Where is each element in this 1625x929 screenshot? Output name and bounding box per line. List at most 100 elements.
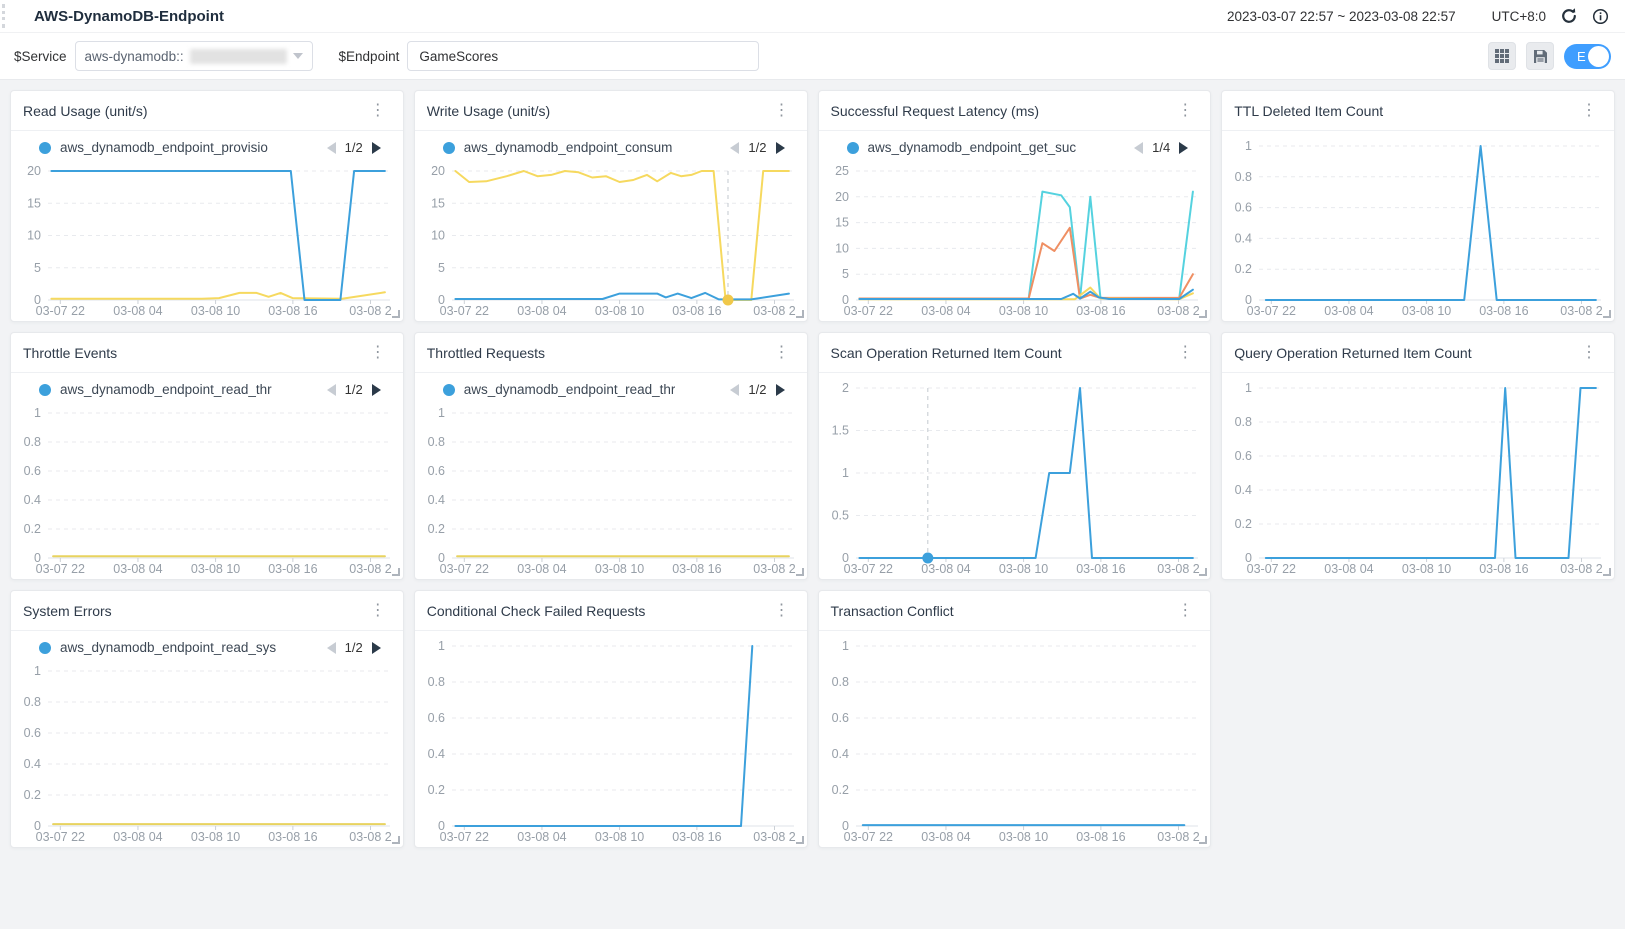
legend-series-label[interactable]: aws_dynamodb_endpoint_consum <box>464 140 673 155</box>
resize-handle[interactable] <box>796 568 804 576</box>
chart-panel: Transaction Conflict ⋮ 00.20.40.60.8103-… <box>818 590 1212 848</box>
legend-next-icon[interactable] <box>776 384 785 396</box>
svg-text:03-07 22: 03-07 22 <box>843 304 892 318</box>
panel-header: Scan Operation Returned Item Count ⋮ <box>819 333 1211 373</box>
refresh-icon[interactable] <box>1560 7 1578 25</box>
legend-next-icon[interactable] <box>776 142 785 154</box>
svg-text:1.5: 1.5 <box>831 424 848 438</box>
resize-handle[interactable] <box>1199 836 1207 844</box>
grid-view-button[interactable] <box>1488 42 1516 70</box>
service-select-value: aws-dynamodb:: <box>85 49 184 64</box>
panel-title: Conditional Check Failed Requests <box>427 603 646 619</box>
svg-text:0.6: 0.6 <box>427 464 444 478</box>
svg-text:03-08 16: 03-08 16 <box>268 830 317 844</box>
resize-handle[interactable] <box>1199 568 1207 576</box>
svg-text:0.4: 0.4 <box>1235 483 1252 497</box>
svg-text:03-08 2: 03-08 2 <box>349 830 391 844</box>
panel-title: TTL Deleted Item Count <box>1234 103 1383 119</box>
service-select[interactable]: aws-dynamodb:: <box>75 41 313 71</box>
svg-text:03-08 10: 03-08 10 <box>191 830 240 844</box>
svg-text:10: 10 <box>431 229 445 243</box>
kebab-menu-icon[interactable]: ⋮ <box>1172 343 1198 363</box>
chart-panel: System Errors ⋮ aws_dynamodb_endpoint_re… <box>10 590 404 848</box>
legend-prev-icon[interactable] <box>1134 142 1143 154</box>
legend-prev-icon[interactable] <box>730 384 739 396</box>
resize-handle[interactable] <box>1603 310 1611 318</box>
svg-text:03-08 16: 03-08 16 <box>672 304 721 318</box>
svg-text:03-08 04: 03-08 04 <box>113 830 162 844</box>
svg-text:1: 1 <box>842 466 849 480</box>
svg-text:03-08 10: 03-08 10 <box>1402 562 1451 576</box>
legend-next-icon[interactable] <box>372 642 381 654</box>
kebab-menu-icon[interactable]: ⋮ <box>1172 601 1198 621</box>
kebab-menu-icon[interactable]: ⋮ <box>769 343 795 363</box>
toolbar-right: E <box>1488 42 1611 70</box>
time-range-picker[interactable]: 2023-03-07 22:57 ~ 2023-03-08 22:57 <box>1227 9 1456 24</box>
chart-legend: aws_dynamodb_endpoint_read_thr 1/2 <box>11 373 403 406</box>
panel-header: Conditional Check Failed Requests ⋮ <box>415 591 807 631</box>
legend-prev-icon[interactable] <box>327 142 336 154</box>
svg-text:0.4: 0.4 <box>427 747 444 761</box>
kebab-menu-icon[interactable]: ⋮ <box>769 101 795 121</box>
panel-header: Read Usage (unit/s) ⋮ <box>11 91 403 131</box>
endpoint-input[interactable] <box>407 41 759 71</box>
legend-series-dot <box>443 384 455 396</box>
info-icon[interactable] <box>1592 8 1609 25</box>
legend-page-indicator: 1/2 <box>345 140 363 155</box>
svg-text:03-08 16: 03-08 16 <box>1479 562 1528 576</box>
svg-text:03-07 22: 03-07 22 <box>439 562 488 576</box>
svg-text:2: 2 <box>842 381 849 395</box>
legend-series-label[interactable]: aws_dynamodb_endpoint_get_suc <box>868 140 1077 155</box>
legend-prev-icon[interactable] <box>327 384 336 396</box>
legend-prev-icon[interactable] <box>327 642 336 654</box>
svg-text:0.6: 0.6 <box>831 711 848 725</box>
legend-series-label[interactable]: aws_dynamodb_endpoint_read_thr <box>464 382 676 397</box>
kebab-menu-icon[interactable]: ⋮ <box>1172 101 1198 121</box>
kebab-menu-icon[interactable]: ⋮ <box>1576 101 1602 121</box>
kebab-menu-icon[interactable]: ⋮ <box>769 601 795 621</box>
resize-handle[interactable] <box>796 836 804 844</box>
legend-prev-icon[interactable] <box>730 142 739 154</box>
chart-panel: TTL Deleted Item Count ⋮ 00.20.40.60.810… <box>1221 90 1615 322</box>
svg-text:03-08 04: 03-08 04 <box>517 304 566 318</box>
svg-text:15: 15 <box>27 196 41 210</box>
chart-legend: aws_dynamodb_endpoint_read_thr 1/2 <box>415 373 807 406</box>
svg-text:0.4: 0.4 <box>831 747 848 761</box>
panel-grid: Read Usage (unit/s) ⋮ aws_dynamodb_endpo… <box>0 80 1625 858</box>
svg-text:0.6: 0.6 <box>1235 201 1252 215</box>
chart-panel: Throttle Events ⋮ aws_dynamodb_endpoint_… <box>10 332 404 580</box>
svg-text:20: 20 <box>835 190 849 204</box>
resize-handle[interactable] <box>392 836 400 844</box>
line-chart: 0510152003-07 2203-08 0403-08 1003-08 16… <box>415 164 807 321</box>
legend-next-icon[interactable] <box>1179 142 1188 154</box>
save-button[interactable] <box>1526 42 1554 70</box>
kebab-menu-icon[interactable]: ⋮ <box>365 601 391 621</box>
legend-series-label[interactable]: aws_dynamodb_endpoint_read_sys <box>60 640 276 655</box>
kebab-menu-icon[interactable]: ⋮ <box>1576 343 1602 363</box>
endpoint-label: $Endpoint <box>339 49 400 64</box>
panel-header: System Errors ⋮ <box>11 591 403 631</box>
kebab-menu-icon[interactable]: ⋮ <box>365 101 391 121</box>
resize-handle[interactable] <box>1199 310 1207 318</box>
legend-series-dot <box>443 142 455 154</box>
svg-text:03-08 2: 03-08 2 <box>1561 562 1603 576</box>
legend-series-label[interactable]: aws_dynamodb_endpoint_provisio <box>60 140 268 155</box>
svg-text:0.6: 0.6 <box>24 464 41 478</box>
resize-handle[interactable] <box>392 568 400 576</box>
resize-handle[interactable] <box>392 310 400 318</box>
sidebar-collapse-strip[interactable] <box>2 4 6 28</box>
legend-next-icon[interactable] <box>372 384 381 396</box>
legend-series-label[interactable]: aws_dynamodb_endpoint_read_thr <box>60 382 272 397</box>
topbar: AWS-DynamoDB-Endpoint 2023-03-07 22:57 ~… <box>0 0 1625 33</box>
edit-mode-toggle[interactable]: E <box>1564 44 1611 69</box>
kebab-menu-icon[interactable]: ⋮ <box>365 343 391 363</box>
svg-text:0.5: 0.5 <box>831 509 848 523</box>
panel-title: Write Usage (unit/s) <box>427 103 550 119</box>
resize-handle[interactable] <box>796 310 804 318</box>
svg-text:0.4: 0.4 <box>427 493 444 507</box>
svg-text:03-08 04: 03-08 04 <box>113 304 162 318</box>
chart-legend: aws_dynamodb_endpoint_get_suc 1/4 <box>819 131 1211 164</box>
svg-text:03-08 10: 03-08 10 <box>191 562 240 576</box>
resize-handle[interactable] <box>1603 568 1611 576</box>
legend-next-icon[interactable] <box>372 142 381 154</box>
